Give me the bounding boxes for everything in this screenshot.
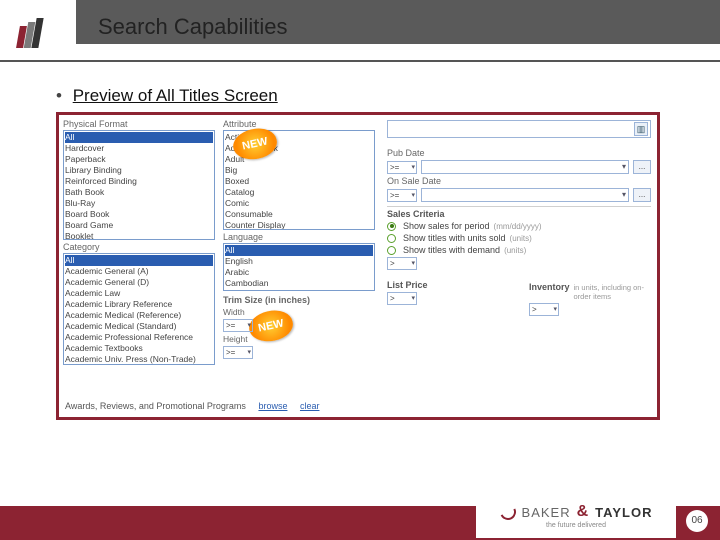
page-number: 06: [686, 510, 708, 532]
list-item[interactable]: Board Book: [65, 209, 213, 220]
history-dropdown-icon[interactable]: ▥: [634, 122, 648, 136]
list-item[interactable]: All: [225, 245, 373, 256]
attribute-label: Attribute: [223, 119, 375, 129]
list-item[interactable]: Comic: [225, 198, 373, 209]
col-physical-category: Physical Format All Hardcover Paperback …: [59, 115, 219, 417]
list-item[interactable]: Big: [225, 165, 373, 176]
slide-header: Search Capabilities: [0, 0, 720, 66]
bullet-dot-icon: •: [56, 86, 62, 105]
sales-opt3-hint: (units): [504, 246, 526, 255]
list-item[interactable]: Academic Medical (Reference): [65, 310, 213, 321]
list-item[interactable]: Academic Law: [65, 288, 213, 299]
language-label: Language: [223, 232, 375, 242]
brand-amp: &: [577, 503, 590, 521]
inventory-hint: in units, including on-order items: [574, 283, 651, 301]
sales-criteria-label: Sales Criteria: [387, 206, 651, 219]
sales-opt-units[interactable]: Show titles with units sold (units): [387, 233, 651, 243]
radio-icon[interactable]: [387, 234, 396, 243]
category-listbox[interactable]: All Academic General (A) Academic Genera…: [63, 253, 215, 365]
bullet-item: • Preview of All Titles Screen: [56, 86, 664, 106]
onsale-picker-button[interactable]: ...: [633, 188, 651, 202]
slide-footer: BAKER & TAYLOR the future delivered 06: [0, 488, 720, 540]
list-item[interactable]: All: [65, 132, 213, 143]
sales-opt1-hint: (mm/dd/yyyy): [494, 222, 542, 231]
list-item[interactable]: Academic General (A): [65, 266, 213, 277]
radio-icon[interactable]: [387, 222, 396, 231]
list-item[interactable]: Reinforced Binding: [65, 176, 213, 187]
category-label: Category: [63, 242, 215, 252]
trim-height-op[interactable]: >=: [223, 346, 253, 359]
trim-size-group: Trim Size (in inches) Width >= Height >=: [223, 295, 375, 359]
pubdate-op[interactable]: >=: [387, 161, 417, 174]
sales-opt-period[interactable]: Show sales for period (mm/dd/yyyy): [387, 221, 651, 231]
baker-taylor-logo: BAKER & TAYLOR: [500, 503, 653, 521]
onsale-label: On Sale Date: [387, 176, 651, 186]
list-item[interactable]: Academic Medical (Standard): [65, 321, 213, 332]
list-item[interactable]: Catalog: [225, 187, 373, 198]
inventory-op[interactable]: >: [529, 303, 559, 316]
list-item[interactable]: Counter Display: [225, 220, 373, 230]
radio-icon[interactable]: [387, 246, 396, 255]
list-item[interactable]: Arabic: [225, 267, 373, 278]
awards-label: Awards, Reviews, and Promotional Program…: [65, 401, 246, 411]
trim-width-op[interactable]: >=: [223, 319, 253, 332]
list-item[interactable]: Bath Book: [65, 187, 213, 198]
pubdate-label: Pub Date: [387, 148, 651, 158]
sales-opt3-text: Show titles with demand: [403, 245, 500, 255]
trim-label: Trim Size (in inches): [223, 295, 375, 305]
list-item[interactable]: Blu-Ray: [65, 198, 213, 209]
swoosh-icon: [497, 502, 518, 523]
list-item[interactable]: Hardcover: [65, 143, 213, 154]
slide-title: Search Capabilities: [98, 14, 288, 40]
list-item[interactable]: Academic Library Reference: [65, 299, 213, 310]
list-item[interactable]: Library Binding: [65, 165, 213, 176]
sales-opt1-text: Show sales for period: [403, 221, 490, 231]
list-item[interactable]: Academic Univ. Press (Non-Trade): [65, 354, 213, 365]
awards-browse-link[interactable]: browse: [258, 401, 287, 411]
list-item[interactable]: Consumable: [225, 209, 373, 220]
list-item[interactable]: All: [65, 255, 213, 266]
awards-clear-link[interactable]: clear: [300, 401, 320, 411]
list-item[interactable]: Board Game: [65, 220, 213, 231]
listprice-label: List Price: [387, 278, 509, 290]
trim-width-label: Width: [223, 307, 375, 317]
bullet-text: Preview of All Titles Screen: [73, 86, 278, 105]
awards-row: Awards, Reviews, and Promotional Program…: [65, 401, 319, 411]
trim-height-label: Height: [223, 334, 375, 344]
brand-tagline: the future delivered: [546, 522, 606, 529]
all-titles-screenshot: NEW NEW Physical Format All Hardcover Pa…: [56, 112, 660, 420]
list-item[interactable]: Boxed: [225, 176, 373, 187]
col-attribute-language: Attribute Activity Address Book Adult Bi…: [219, 115, 379, 417]
brand-part2: TAYLOR: [595, 505, 652, 520]
inventory-label: Inventory: [529, 280, 570, 292]
list-item[interactable]: Academic Professional Reference: [65, 332, 213, 343]
sales-op[interactable]: >: [387, 257, 417, 270]
footer-brand: BAKER & TAYLOR the future delivered: [478, 496, 674, 536]
list-item[interactable]: Paperback: [65, 154, 213, 165]
search-history-field[interactable]: ▥: [387, 120, 651, 138]
col-right: ▥ Pub Date >= ... On Sale Date >= ... Sa…: [379, 115, 657, 417]
list-item[interactable]: English: [225, 256, 373, 267]
physical-format-label: Physical Format: [63, 119, 215, 129]
brand-logo-icon: [18, 18, 54, 54]
header-divider: [0, 60, 720, 62]
sales-opt-demand[interactable]: Show titles with demand (units): [387, 245, 651, 255]
language-listbox[interactable]: All English Arabic Cambodian: [223, 243, 375, 291]
list-item[interactable]: Academic Textbooks: [65, 343, 213, 354]
physical-format-listbox[interactable]: All Hardcover Paperback Library Binding …: [63, 130, 215, 240]
listprice-op[interactable]: >: [387, 292, 417, 305]
pubdate-picker-button[interactable]: ...: [633, 160, 651, 174]
onsale-op[interactable]: >=: [387, 189, 417, 202]
brand-part1: BAKER: [522, 505, 571, 520]
onsale-input[interactable]: [421, 188, 629, 202]
slide-content: • Preview of All Titles Screen NEW NEW P…: [0, 66, 720, 420]
list-item[interactable]: Academic General (D): [65, 277, 213, 288]
sales-opt2-hint: (units): [510, 234, 532, 243]
sales-opt2-text: Show titles with units sold: [403, 233, 506, 243]
pubdate-input[interactable]: [421, 160, 629, 174]
list-item[interactable]: Cambodian: [225, 278, 373, 289]
list-item[interactable]: Booklet: [65, 231, 213, 240]
